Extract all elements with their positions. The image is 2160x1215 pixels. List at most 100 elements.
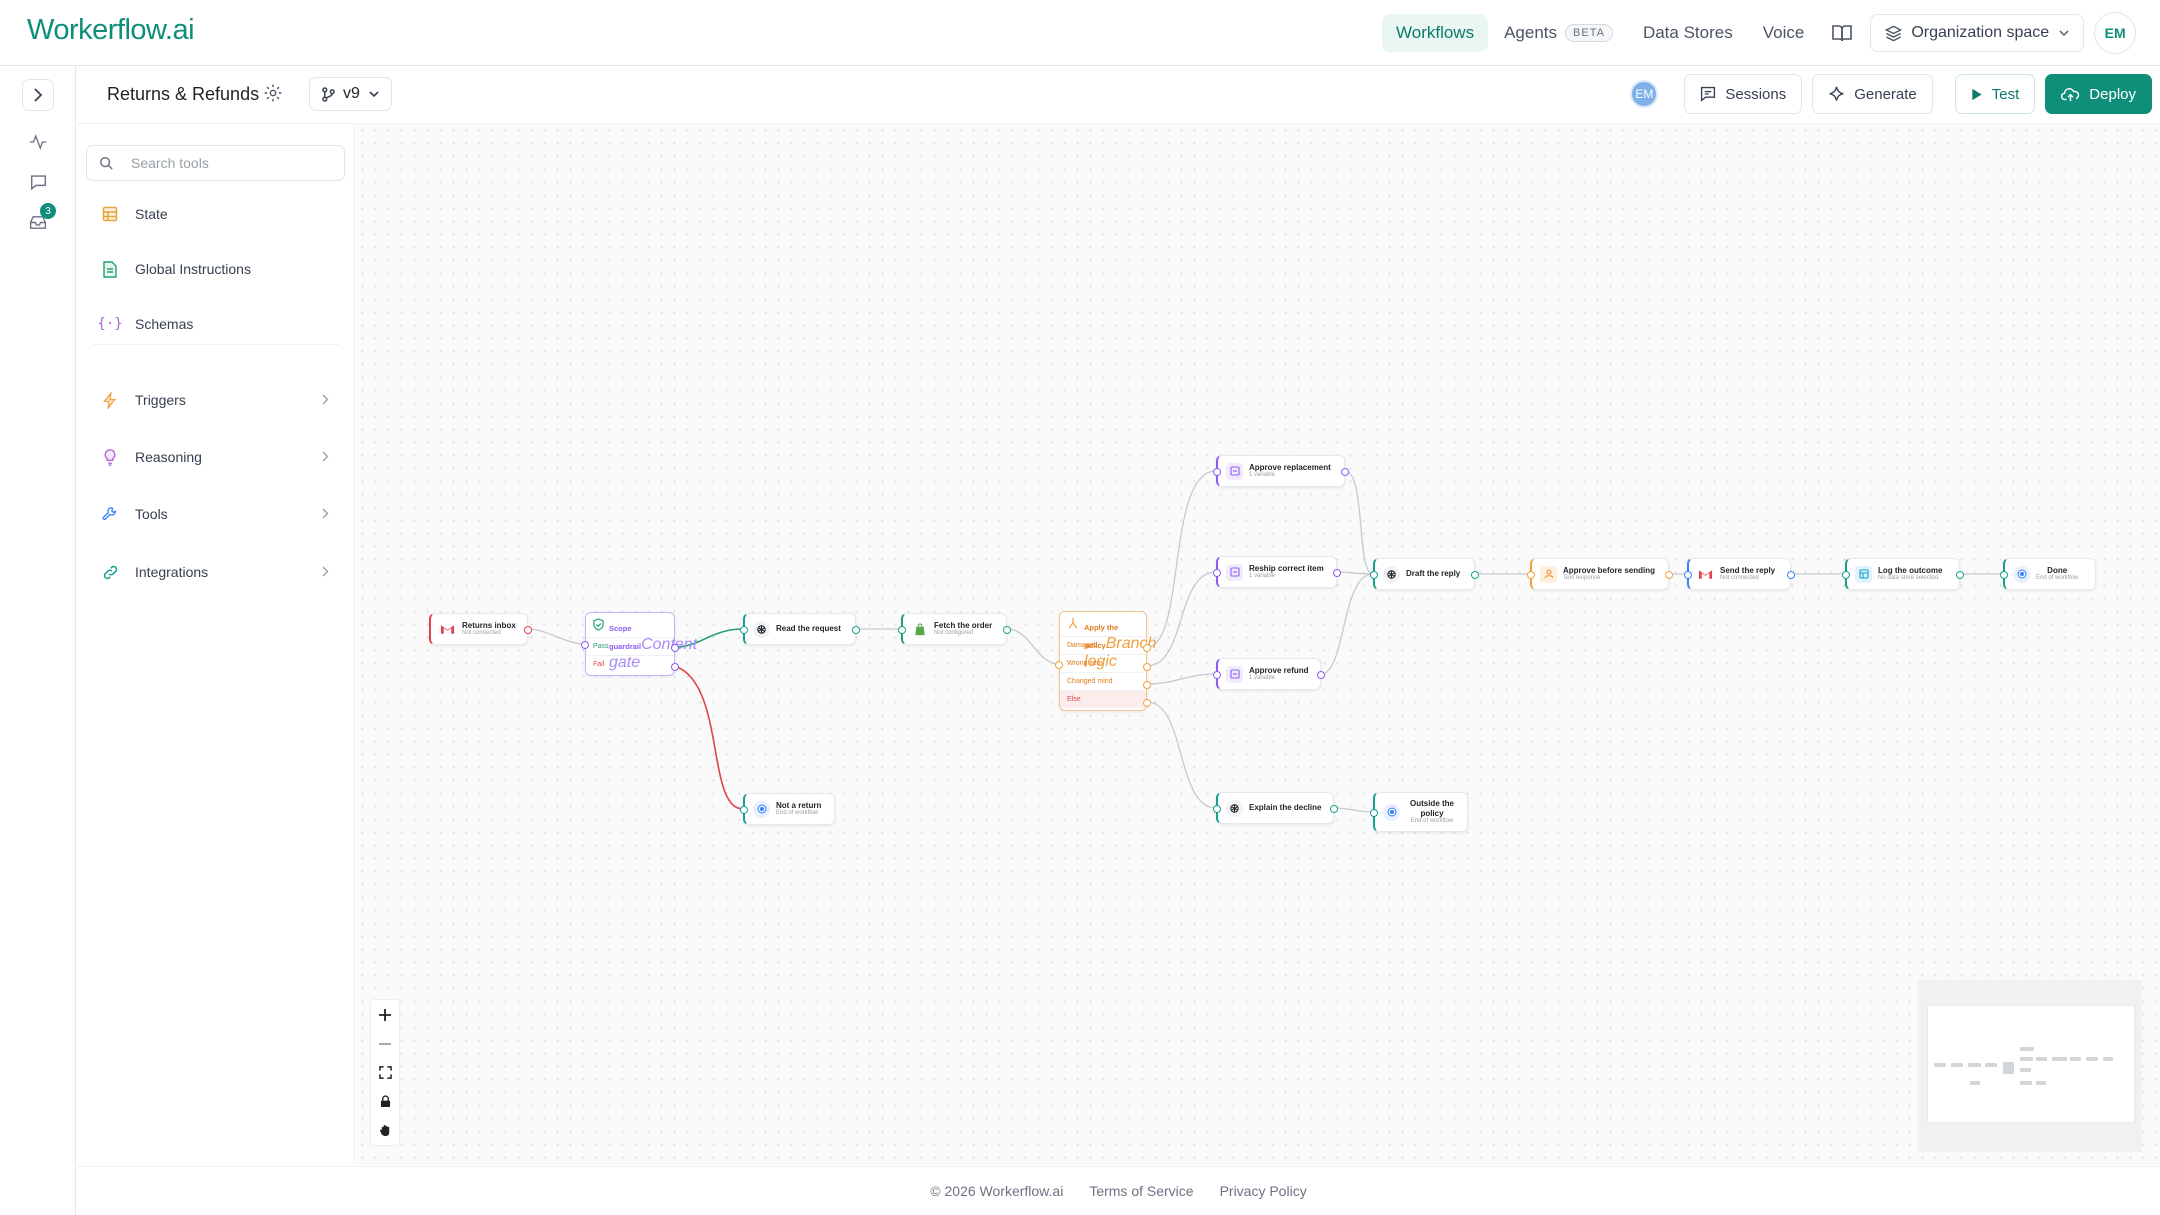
input-port[interactable] bbox=[1842, 571, 1850, 579]
sidebar-item-global-instructions[interactable]: Global Instructions bbox=[101, 260, 329, 278]
deploy-button[interactable]: Deploy bbox=[2045, 74, 2152, 114]
node-approve-before-sending[interactable]: Approve before sending Text response bbox=[1527, 558, 1673, 590]
input-port[interactable] bbox=[1370, 571, 1378, 579]
node-draft-reply[interactable]: Draft the reply bbox=[1370, 558, 1479, 590]
output-port[interactable] bbox=[1330, 805, 1338, 813]
node-approve-replacement[interactable]: Approve replacement 1 variable bbox=[1213, 455, 1349, 487]
output-port[interactable] bbox=[852, 626, 860, 634]
input-port[interactable] bbox=[581, 641, 589, 649]
sidebar-item-schemas[interactable]: {·} Schemas bbox=[97, 315, 329, 333]
node-outside-policy[interactable]: Outside the policy End of workflow bbox=[1370, 792, 1468, 832]
zoom-in-button[interactable] bbox=[371, 1000, 399, 1029]
output-port[interactable] bbox=[1341, 468, 1349, 476]
chat-icon[interactable] bbox=[22, 166, 54, 198]
app-logo[interactable]: Workerflow.ai bbox=[27, 14, 195, 47]
output-port[interactable] bbox=[1956, 571, 1964, 579]
variable-icon bbox=[1226, 665, 1243, 683]
node-reship-item[interactable]: Reship correct item 1 variable bbox=[1213, 556, 1341, 588]
input-port[interactable] bbox=[1213, 468, 1221, 476]
expand-sidebar-button[interactable] bbox=[22, 79, 54, 111]
edge bbox=[1146, 701, 1217, 809]
sidebar-item-tools[interactable]: Tools bbox=[101, 505, 329, 523]
minimap-node bbox=[2020, 1057, 2033, 1061]
output-port[interactable] bbox=[1471, 571, 1479, 579]
node-send-reply[interactable]: Send the reply Not connected bbox=[1684, 558, 1795, 590]
input-port[interactable] bbox=[1213, 671, 1221, 679]
version-selector[interactable]: v9 bbox=[309, 77, 392, 111]
input-port[interactable] bbox=[1213, 805, 1221, 813]
node-approve-refund[interactable]: Approve refund 1 variable bbox=[1213, 658, 1325, 690]
input-port[interactable] bbox=[1370, 809, 1378, 817]
input-port[interactable] bbox=[1055, 661, 1063, 669]
shield-icon bbox=[593, 618, 604, 632]
generate-button[interactable]: Generate bbox=[1812, 74, 1933, 114]
inbox-icon[interactable]: 3 bbox=[22, 203, 56, 238]
output-port[interactable] bbox=[1333, 569, 1341, 577]
output-port-wrong-item[interactable] bbox=[1143, 663, 1151, 671]
beta-badge: BETA bbox=[1565, 24, 1613, 42]
output-port-damaged[interactable] bbox=[1143, 644, 1151, 652]
minimap-node bbox=[2020, 1081, 2032, 1085]
search-tools-input[interactable]: Search tools bbox=[86, 145, 345, 181]
gmail-icon bbox=[1697, 566, 1714, 583]
sidebar-item-triggers[interactable]: Triggers bbox=[101, 391, 329, 409]
node-scope-guardrail[interactable]: Scope guardrailContent gate Pass Fail bbox=[581, 612, 697, 676]
output-port[interactable] bbox=[524, 626, 532, 634]
terms-link[interactable]: Terms of Service bbox=[1089, 1183, 1193, 1199]
user-avatar[interactable]: EM bbox=[2094, 12, 2137, 54]
input-port[interactable] bbox=[740, 626, 748, 634]
nav-data-stores[interactable]: Data Stores bbox=[1629, 14, 1747, 52]
node-fetch-order[interactable]: Fetch the order Not configured bbox=[898, 613, 1011, 645]
lock-icon[interactable] bbox=[371, 1087, 399, 1116]
workflow-title[interactable]: Returns & Refunds bbox=[107, 84, 259, 105]
nav-agents[interactable]: Agents BETA bbox=[1490, 14, 1627, 52]
hand-icon[interactable] bbox=[371, 1116, 399, 1145]
sidebar-item-label: Global Instructions bbox=[135, 261, 251, 277]
input-port[interactable] bbox=[1213, 569, 1221, 577]
gear-icon[interactable] bbox=[263, 83, 283, 108]
node-not-a-return[interactable]: Not a return End of workflow bbox=[740, 793, 835, 825]
docs-book-icon[interactable] bbox=[1820, 24, 1864, 42]
top-bar: Workerflow.ai Workflows Agents BETA Data … bbox=[0, 0, 2160, 66]
sidebar-item-state[interactable]: State bbox=[101, 205, 329, 223]
input-port[interactable] bbox=[898, 626, 906, 634]
header-actions: EM Sessions Generate Test Deploy bbox=[1630, 74, 2152, 114]
test-button[interactable]: Test bbox=[1954, 74, 2036, 114]
workflow-canvas[interactable]: Returns inbox Not connected Scope guardra… bbox=[356, 124, 2160, 1165]
zoom-out-button[interactable] bbox=[371, 1029, 399, 1058]
version-label: v9 bbox=[343, 85, 360, 102]
activity-icon[interactable] bbox=[22, 126, 54, 158]
org-switcher[interactable]: Organization space bbox=[1870, 14, 2085, 52]
input-port[interactable] bbox=[740, 806, 748, 814]
nav-voice[interactable]: Voice bbox=[1749, 14, 1819, 52]
input-port[interactable] bbox=[2000, 571, 2008, 579]
output-port[interactable] bbox=[1787, 571, 1795, 579]
sidebar-item-reasoning[interactable]: Reasoning bbox=[101, 448, 329, 466]
input-port[interactable] bbox=[1684, 571, 1692, 579]
output-port-pass[interactable] bbox=[671, 644, 679, 652]
input-port[interactable] bbox=[1527, 571, 1535, 579]
node-done[interactable]: Done End of workflow bbox=[2000, 558, 2096, 590]
minimap[interactable] bbox=[1918, 980, 2142, 1152]
output-port[interactable] bbox=[1317, 671, 1325, 679]
fit-view-button[interactable] bbox=[371, 1058, 399, 1087]
play-icon bbox=[1971, 88, 1983, 101]
node-log-outcome[interactable]: Log the outcome No data store selected bbox=[1842, 558, 1964, 590]
node-title: Approve refund bbox=[1249, 665, 1309, 675]
node-apply-policy[interactable]: Apply the policyBranch logic Damaged Wro… bbox=[1055, 611, 1156, 711]
output-port-fail[interactable] bbox=[671, 663, 679, 671]
output-port-changed-mind[interactable] bbox=[1143, 681, 1151, 689]
node-read-request[interactable]: Read the request bbox=[740, 613, 860, 645]
collaborator-avatar[interactable]: EM bbox=[1630, 80, 1659, 108]
branch-logic-icon bbox=[1067, 617, 1079, 630]
sessions-button[interactable]: Sessions bbox=[1684, 74, 1803, 114]
nav-workflows[interactable]: Workflows bbox=[1382, 14, 1489, 52]
output-port[interactable] bbox=[1665, 571, 1673, 579]
sidebar-item-integrations[interactable]: Integrations bbox=[101, 563, 329, 581]
privacy-link[interactable]: Privacy Policy bbox=[1220, 1183, 1307, 1199]
output-port[interactable] bbox=[1003, 626, 1011, 634]
node-returns-inbox[interactable]: Returns inbox Not connected bbox=[429, 613, 532, 645]
edge-fail bbox=[674, 665, 744, 810]
node-explain-decline[interactable]: Explain the decline bbox=[1213, 792, 1338, 824]
output-port-else[interactable] bbox=[1143, 699, 1151, 707]
